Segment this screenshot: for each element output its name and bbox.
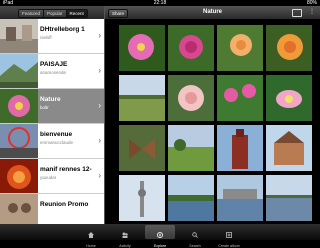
photo-thumbnail[interactable] — [119, 125, 165, 171]
chevron-right-icon: › — [98, 66, 101, 75]
photo-thumbnail[interactable] — [266, 25, 312, 71]
album-author: anamosende — [40, 70, 67, 75]
tab-create-album-label: Create album — [218, 244, 240, 248]
segment-popular[interactable]: Popular — [44, 10, 67, 17]
photo-thumbnail[interactable] — [217, 125, 263, 171]
album-list-panel: Featured Popular Recent DHtrelleborg 1 n… — [0, 6, 105, 224]
tab-search-label: Search — [189, 244, 201, 248]
photo-thumbnail[interactable] — [266, 125, 312, 171]
tab-create-album[interactable]: Create album — [214, 225, 244, 248]
segment-featured[interactable]: Featured — [19, 10, 45, 17]
explore-icon — [157, 232, 163, 238]
activity-icon — [122, 232, 128, 238]
tab-activity[interactable]: Activity — [110, 225, 140, 248]
chevron-right-icon: › — [98, 101, 101, 110]
info-icon[interactable]: ⋮ — [308, 9, 316, 16]
album-title-heading: Nature — [202, 9, 222, 15]
album-thumbnail — [0, 124, 38, 158]
home-icon — [88, 232, 94, 238]
photo-thumbnail[interactable] — [266, 75, 312, 121]
album-title: manif rennes 12-... — [40, 166, 92, 173]
create-album-icon — [226, 232, 232, 238]
photo-thumbnail[interactable] — [217, 175, 263, 221]
album-item-bienvenue[interactable]: bienvenue emmanucclaude › — [0, 124, 104, 159]
photo-thumbnail[interactable] — [119, 25, 165, 71]
photo-thumbnail[interactable] — [168, 175, 214, 221]
album-thumbnail — [0, 159, 38, 193]
chevron-right-icon: › — [98, 31, 101, 40]
album-item-dhtrelleborg[interactable]: DHtrelleborg 1 nielsff › — [0, 19, 104, 54]
photo-thumbnail[interactable] — [168, 125, 214, 171]
album-title: Nature — [40, 96, 61, 103]
tab-home[interactable]: Home — [76, 225, 106, 248]
album-title: PAISAJE — [40, 61, 68, 68]
photo-thumbnail[interactable] — [119, 175, 165, 221]
tab-activity-label: Activity — [119, 244, 131, 248]
album-author: nielsff — [40, 35, 52, 40]
chevron-right-icon: › — [98, 171, 101, 180]
album-author: yaoudar — [40, 175, 57, 180]
photo-thumbnail[interactable] — [168, 75, 214, 121]
album-item-nature[interactable]: Nature boltr › — [0, 89, 104, 124]
album-item-manif-rennes[interactable]: manif rennes 12-... yaoudar › — [0, 159, 104, 194]
album-list-toolbar: Featured Popular Recent — [0, 6, 104, 19]
album-title: bienvenue — [40, 131, 73, 138]
album-thumbnail — [0, 89, 38, 123]
album-author: emmanucclaude — [40, 140, 74, 145]
album-item-paisaje[interactable]: PAISAJE anamosende › — [0, 54, 104, 89]
photo-thumbnail[interactable] — [217, 25, 263, 71]
photo-thumbnail[interactable] — [168, 25, 214, 71]
photo-thumbnail[interactable] — [217, 75, 263, 121]
album-thumbnail — [0, 194, 38, 224]
tab-explore[interactable]: Explore — [145, 225, 175, 248]
photo-grid — [105, 19, 320, 224]
album-title: Reunion Promo — [40, 201, 89, 208]
segmented-control: Featured Popular Recent — [18, 9, 88, 18]
album-thumbnail — [0, 19, 38, 53]
tab-search[interactable]: Search — [180, 225, 210, 248]
tab-home-label: Home — [86, 244, 96, 248]
album-toolbar: Share Nature ⋮ — [105, 6, 320, 19]
segment-recent[interactable]: Recent — [66, 10, 87, 17]
camera-icon[interactable] — [292, 9, 302, 17]
photo-thumbnail[interactable] — [266, 175, 312, 221]
album-item-reunion-promo[interactable]: Reunion Promo — [0, 194, 104, 224]
tab-bar: Home Activity Explore Search Create albu… — [0, 224, 320, 248]
chevron-right-icon: › — [98, 136, 101, 145]
album-title: DHtrelleborg 1 — [40, 26, 85, 33]
tab-explore-label: Explore — [153, 244, 167, 248]
album-author: boltr — [40, 105, 49, 110]
search-icon — [192, 232, 198, 238]
album-thumbnail — [0, 54, 38, 88]
photo-thumbnail[interactable] — [119, 75, 165, 121]
